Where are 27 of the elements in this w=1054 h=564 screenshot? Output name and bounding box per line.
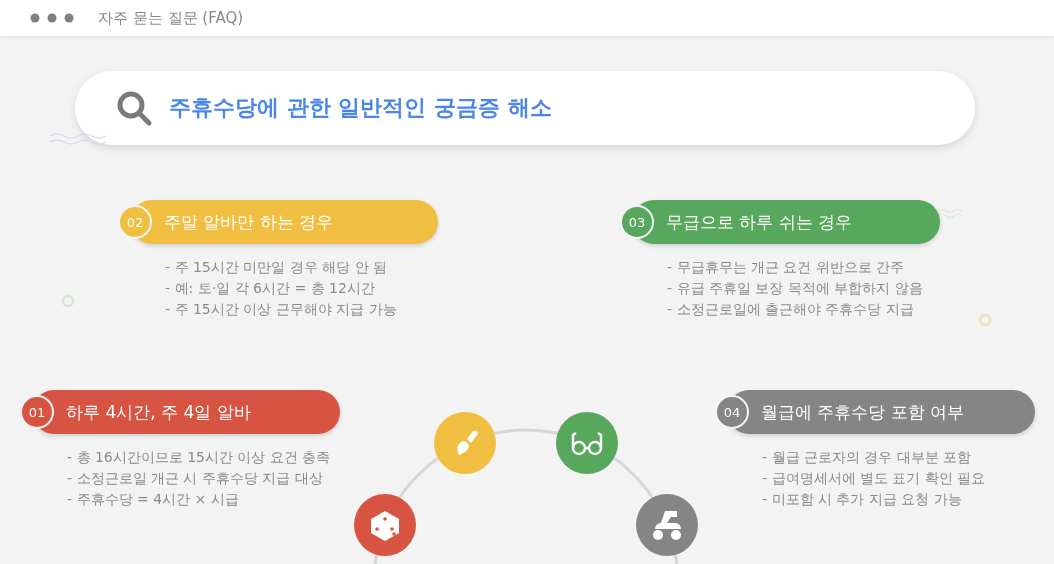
bullet-text: - 소정근로일에 출근해야 주휴수당 지급 — [667, 300, 915, 318]
step-number: 01 — [20, 395, 54, 429]
bullet-text: - 급여명세서에 별도 표기 확인 필요 — [762, 469, 987, 487]
bullet-text: - 유급 주휴일 보장 목적에 부합하지 않음 — [667, 279, 924, 297]
search-icon — [115, 89, 153, 127]
glasses-icon — [571, 431, 603, 456]
tractor-icon — [653, 511, 681, 540]
ring-icon — [978, 313, 992, 327]
bullet-text: - 미포함 시 추가 지급 요청 가능 — [762, 490, 963, 508]
bullet-text: - 총 16시간이므로 15시간 이상 요건 충족 — [67, 448, 332, 466]
brush-icon — [457, 430, 478, 455]
step-number: 02 — [118, 205, 152, 239]
bullet-text: - 예: 토·일 각 6시간 = 총 12시간 — [165, 279, 376, 297]
window-title: 자주 묻는 질문 (FAQ) — [98, 8, 244, 28]
bullet-text: - 주 15시간 이상 근무해야 지급 가능 — [165, 300, 398, 318]
wave-icon — [50, 132, 106, 146]
search-field[interactable]: 주휴수당에 관한 일반적인 궁금증 해소 — [75, 71, 975, 145]
step-number: 04 — [715, 395, 749, 429]
bullet-text: - 주휴수당 = 4시간 × 시급 — [67, 490, 240, 508]
ring-icon — [61, 294, 75, 308]
bullet-text: - 소정근로일 개근 시 주휴수당 지급 대상 — [67, 469, 324, 487]
dice-icon — [371, 511, 399, 541]
bullet-text: - 무급휴무는 개근 요건 위반으로 간주 — [667, 258, 906, 276]
bullet-text: - 월급 근로자의 경우 대부분 포함 — [762, 448, 973, 466]
window-dots-icon — [30, 13, 74, 23]
bullet-text: - 주 15시간 미만일 경우 해당 안 됨 — [165, 258, 389, 276]
step-number: 03 — [620, 205, 654, 239]
